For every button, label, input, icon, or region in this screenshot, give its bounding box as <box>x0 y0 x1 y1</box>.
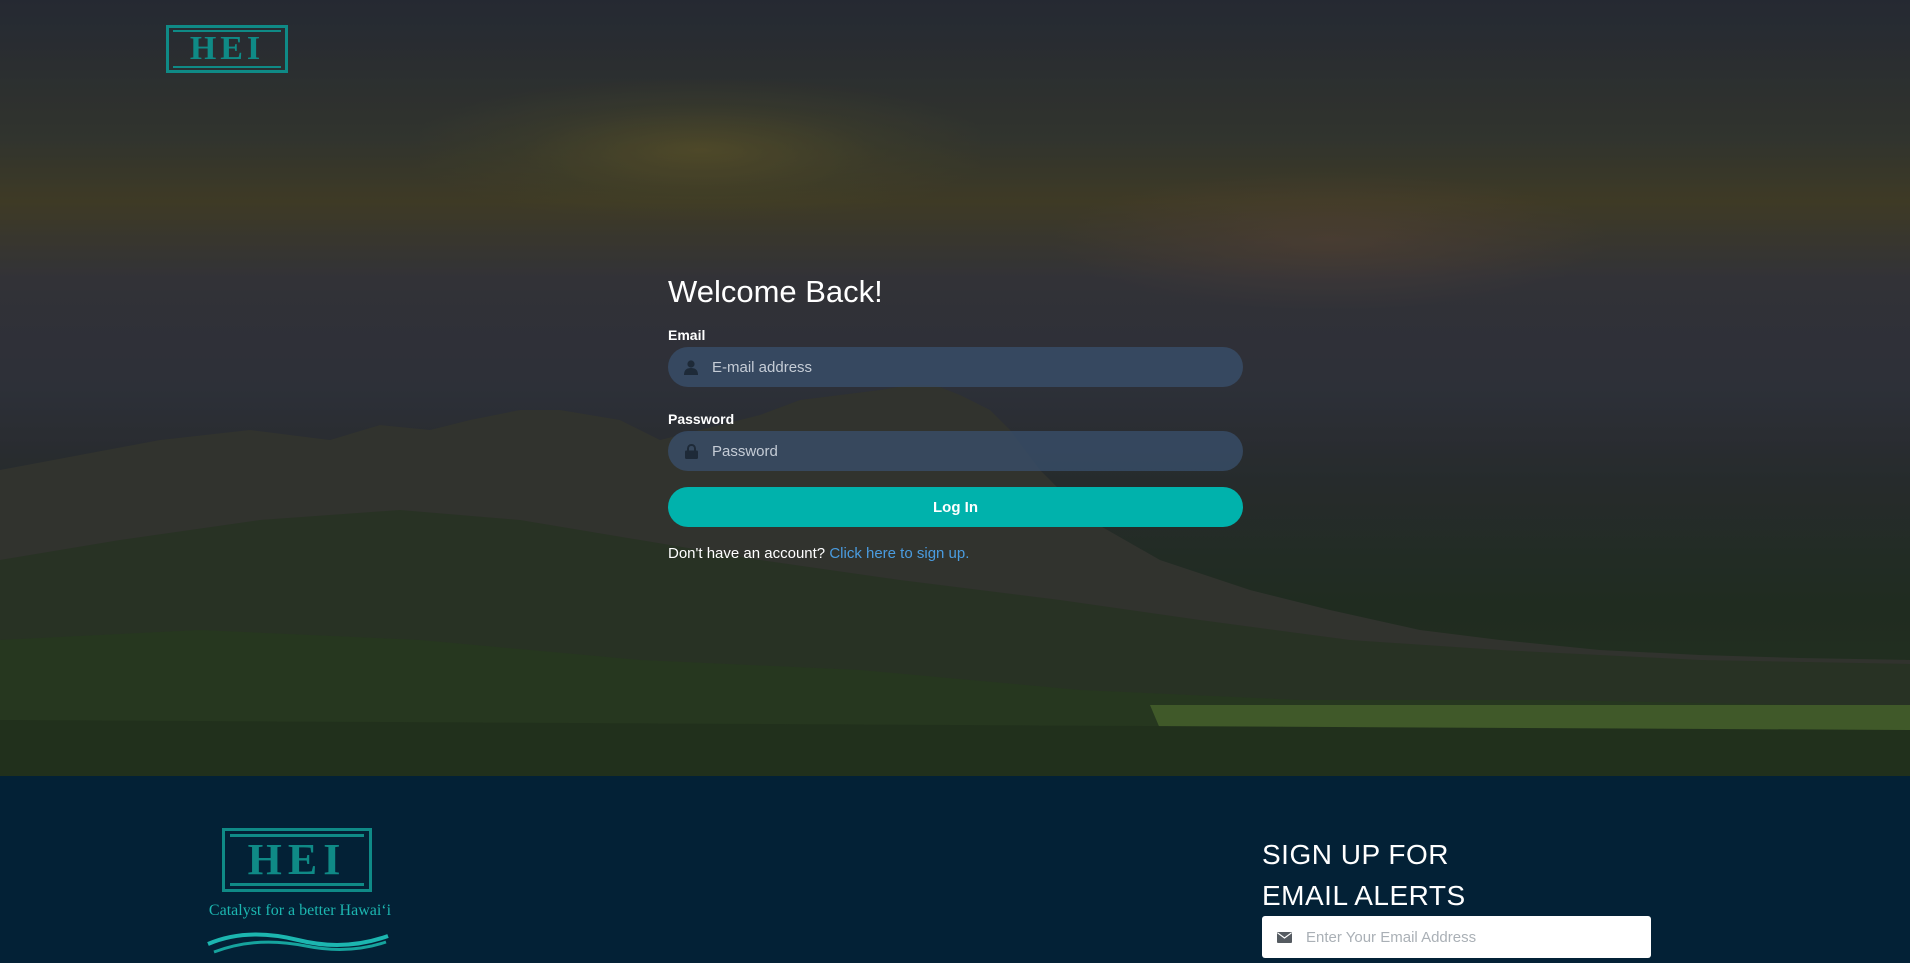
email-alerts-title: SIGN UP FOR EMAIL ALERTS <box>1262 834 1466 916</box>
footer-hei-logo-text: HEI <box>230 834 364 886</box>
login-button[interactable]: Log In <box>668 487 1243 527</box>
footer: HEI Catalyst for a better Hawai‘i SIGN U… <box>0 776 1910 963</box>
footer-hei-logo[interactable]: HEI <box>222 828 372 892</box>
email-alerts-title-line1: SIGN UP FOR <box>1262 839 1450 870</box>
email-label: Email <box>668 327 706 343</box>
page-title: Welcome Back! <box>668 274 883 309</box>
signup-line: Don't have an account? Click here to sig… <box>668 545 1243 562</box>
envelope-icon <box>1276 929 1292 945</box>
email-input[interactable] <box>710 347 1243 387</box>
email-field-wrapper[interactable] <box>668 347 1243 387</box>
lock-icon <box>682 442 700 460</box>
email-alerts-input[interactable] <box>1304 927 1651 947</box>
footer-tagline: Catalyst for a better Hawai‘i <box>208 902 392 919</box>
password-label: Password <box>668 411 735 427</box>
hero-background: HEI Welcome Back! Email Password Log In … <box>0 0 1910 776</box>
login-form: Welcome Back! Email Password Log In Don'… <box>668 270 1243 562</box>
hei-logo-text: HEI <box>173 30 281 68</box>
password-input[interactable] <box>710 431 1243 471</box>
hei-logo[interactable]: HEI <box>166 25 288 73</box>
signup-prompt: Don't have an account? <box>668 545 826 562</box>
wave-icon <box>207 932 389 954</box>
email-alerts-field-wrapper[interactable] <box>1262 916 1651 958</box>
email-alerts-title-line2: EMAIL ALERTS <box>1262 880 1466 911</box>
password-field-wrapper[interactable] <box>668 431 1243 471</box>
signup-link[interactable]: Click here to sign up. <box>829 545 969 562</box>
user-icon <box>682 358 700 376</box>
